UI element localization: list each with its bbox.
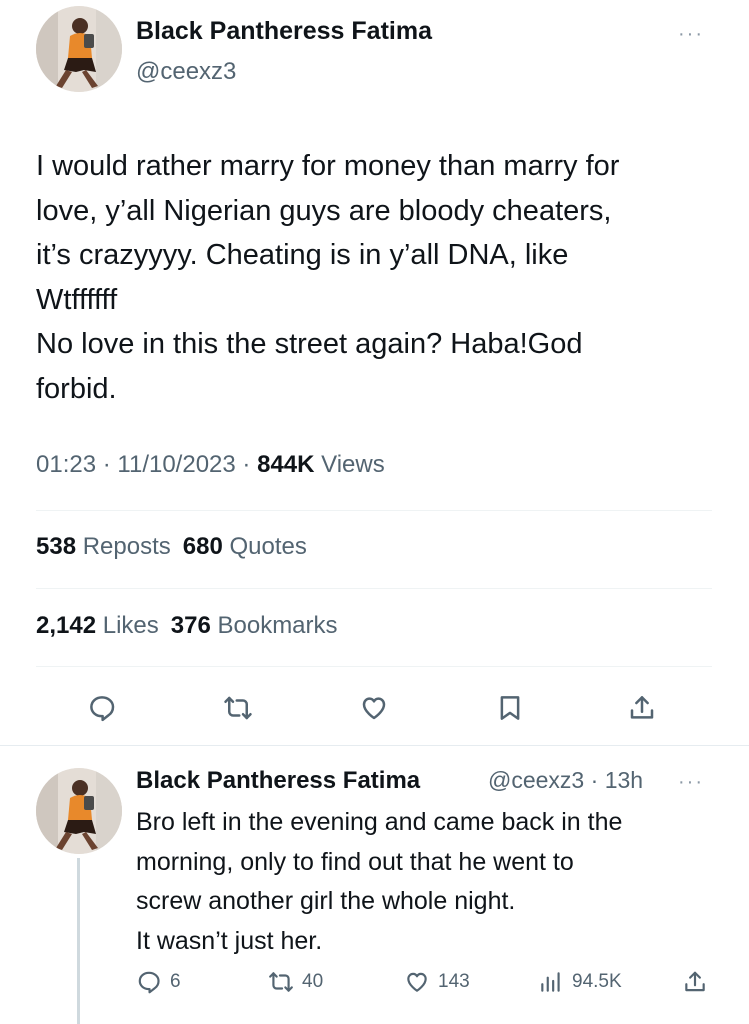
reply-author-display-name[interactable]: Black Pantheress Fatima	[136, 767, 420, 795]
share-icon	[685, 971, 705, 992]
bookmark-button[interactable]	[488, 686, 532, 730]
reposts-count: 538	[36, 533, 77, 560]
reply-text-line: Bro left in the evening and came back in…	[136, 808, 623, 836]
tweet-separator	[0, 745, 749, 746]
bookmarks-count: 376	[170, 612, 211, 639]
reply-text: Bro left in the evening and came back in…	[136, 803, 726, 961]
tweet-text-line: it’s crazyyyy. Cheating is in y’all DNA,…	[36, 239, 569, 272]
tweet-text-line: Wtffffff	[36, 283, 118, 316]
thread-line	[77, 858, 80, 1024]
reply-views-count: 94.5K	[572, 971, 622, 992]
author-handle[interactable]: @ceexz3	[136, 58, 236, 86]
tweet-time[interactable]: 01:23	[36, 451, 96, 478]
reply-handle[interactable]: @ceexz3	[488, 767, 584, 793]
like-button[interactable]	[352, 686, 396, 730]
reply-text-line: It wasn’t just her.	[136, 926, 323, 955]
share-icon	[630, 696, 654, 719]
likes-label: Likes	[102, 612, 159, 639]
bookmarks-stat[interactable]: 376 Bookmarks	[171, 612, 338, 639]
reply-text-line: screw another girl the whole night.	[136, 887, 516, 915]
like-icon	[407, 972, 427, 992]
quotes-stat[interactable]: 680 Quotes	[183, 533, 307, 560]
reply-repost-button[interactable]: 40	[268, 964, 323, 1000]
tweet-text: I would rather marry for money than marr…	[36, 144, 716, 412]
repost-icon	[224, 696, 252, 720]
meta-separator: ·	[242, 451, 258, 478]
bookmark-icon	[500, 696, 520, 720]
repost-button[interactable]	[216, 686, 260, 730]
quotes-count: 680	[182, 533, 223, 560]
meta-separator: ·	[584, 767, 605, 793]
likes-count: 2,142	[36, 612, 97, 639]
reply-text-line: morning, only to find out that he went t…	[136, 847, 574, 876]
reply-button[interactable]	[80, 686, 124, 730]
views-count: 844K	[257, 451, 322, 478]
divider	[36, 588, 712, 589]
tweet-meta: 01:23 · 11/10/2023 · 844K Views	[36, 451, 385, 479]
share-button[interactable]	[620, 686, 664, 730]
divider	[36, 666, 712, 667]
reply-reply-button[interactable]: 6	[136, 964, 181, 1000]
more-options-icon[interactable]: ···	[678, 24, 704, 44]
bookmarks-label: Bookmarks	[217, 612, 338, 639]
author-display-name[interactable]: Black Pantheress Fatima	[136, 17, 432, 46]
meta-separator: ·	[102, 451, 118, 478]
reply-author-avatar[interactable]	[36, 768, 122, 854]
tweet-text-line: love, y’all Nigerian guys are bloody che…	[36, 194, 612, 227]
reply-author-handle: @ceexz3 · 13h	[488, 767, 643, 794]
views-icon	[541, 972, 560, 992]
repost-icon	[269, 972, 293, 992]
reply-likes-count: 143	[438, 971, 470, 992]
reply-share-button[interactable]	[682, 964, 708, 1000]
reply-replies-count: 6	[170, 971, 181, 992]
like-bookmark-stats: 2,142 Likes 376 Bookmarks	[36, 612, 338, 640]
repost-quote-stats: 538 Reposts 680 Quotes	[36, 533, 307, 561]
tweet-text-line: forbid.	[36, 372, 117, 405]
reply-like-button[interactable]: 143	[404, 964, 470, 1000]
reply-time-ago[interactable]: 13h	[605, 767, 643, 793]
reposts-label: Reposts	[82, 533, 171, 560]
tweet-date[interactable]: 11/10/2023	[117, 451, 235, 478]
reply-icon	[138, 971, 160, 994]
tweet-text-line: No love in this the street again? Haba!G…	[36, 328, 583, 361]
quotes-label: Quotes	[229, 533, 307, 560]
reply-more-options-icon[interactable]: ···	[678, 772, 704, 792]
tweet-text-line: I would rather marry for money than marr…	[36, 150, 620, 182]
reply-views-button[interactable]: 94.5K	[538, 964, 622, 1000]
reposts-stat[interactable]: 538 Reposts	[36, 533, 171, 560]
author-avatar[interactable]	[36, 6, 122, 92]
main-tweet: Black Pantheress Fatima @ceexz3 ··· I wo…	[0, 0, 749, 745]
reply-icon	[90, 696, 115, 722]
reply-reposts-count: 40	[302, 971, 324, 992]
views-label: Views	[321, 451, 385, 478]
divider	[36, 510, 712, 511]
like-icon	[362, 697, 386, 720]
likes-stat[interactable]: 2,142 Likes	[36, 612, 159, 639]
